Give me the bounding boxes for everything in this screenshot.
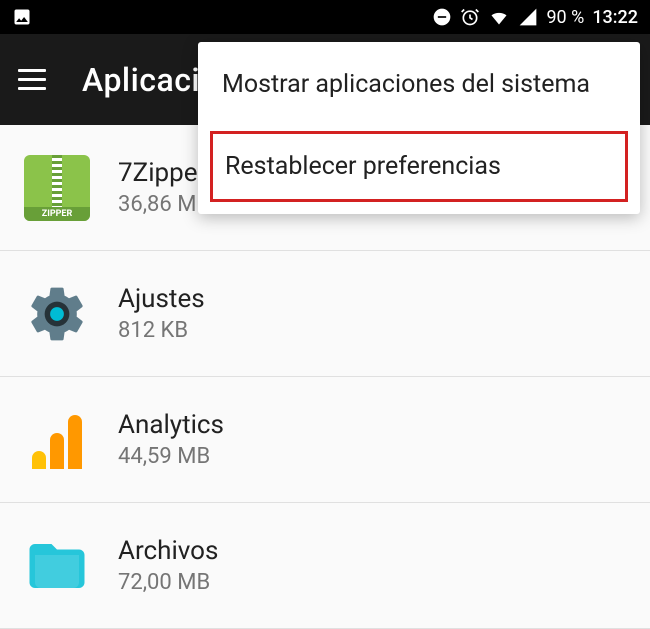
app-size: 812 KB [118, 318, 205, 343]
folder-icon [24, 533, 90, 599]
menu-item-reset-prefs[interactable]: Restablecer preferencias [210, 131, 628, 202]
app-size: 36,86 MB [118, 192, 210, 217]
overflow-menu: Mostrar aplicaciones del sistema Restabl… [198, 42, 640, 214]
app-item-archivos[interactable]: Archivos 72,00 MB [0, 503, 650, 629]
app-item-ajustes[interactable]: Ajustes 812 KB [0, 251, 650, 377]
battery-text: 90 % [546, 7, 584, 28]
app-name: Archivos [118, 536, 218, 566]
time-text: 13:22 [592, 7, 638, 28]
analytics-icon [24, 407, 90, 473]
app-item-analytics[interactable]: Analytics 44,59 MB [0, 377, 650, 503]
app-name: 7Zipper [118, 158, 210, 188]
status-bar: 90 % 13:22 [0, 0, 650, 34]
app-name: Analytics [118, 410, 224, 440]
image-icon [12, 7, 32, 27]
app-name: Ajustes [118, 284, 205, 314]
app-size: 72,00 MB [118, 570, 218, 595]
menu-button[interactable] [18, 69, 46, 90]
alarm-icon [460, 7, 480, 27]
zipper-icon: ZIPPER [24, 155, 90, 221]
dnd-icon [432, 7, 452, 27]
gear-icon [24, 281, 90, 347]
app-size: 44,59 MB [118, 444, 224, 469]
signal-icon [518, 7, 538, 27]
wifi-icon [488, 7, 510, 27]
menu-item-show-system[interactable]: Mostrar aplicaciones del sistema [198, 42, 640, 127]
